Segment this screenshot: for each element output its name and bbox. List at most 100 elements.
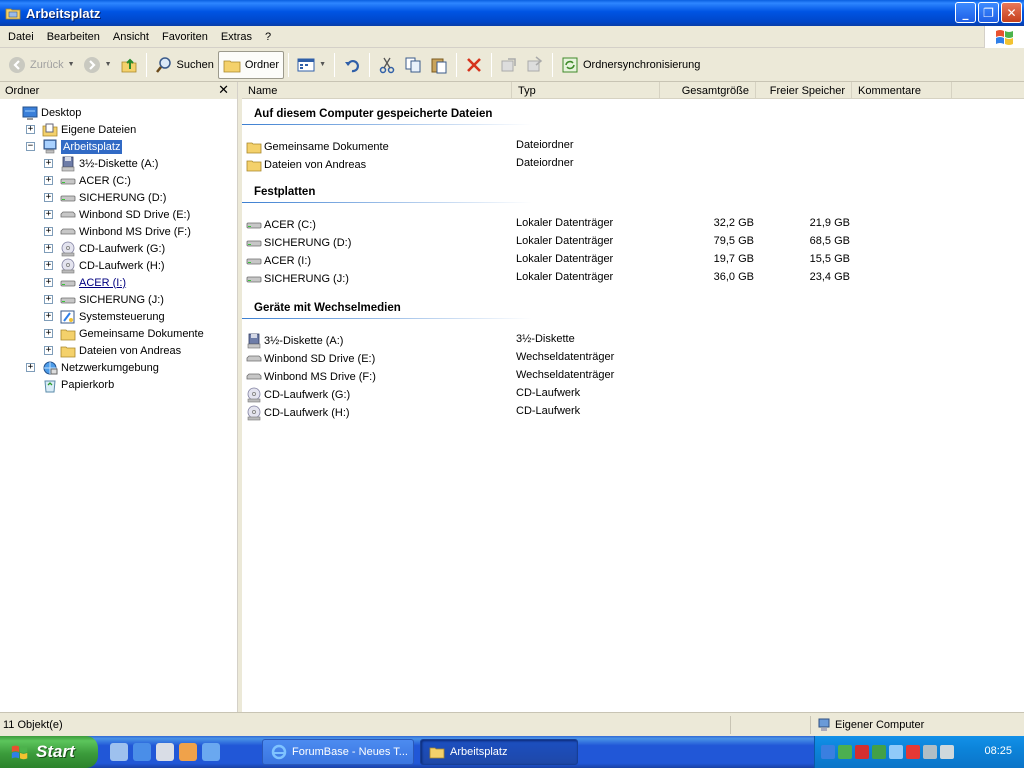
minimize-button[interactable]: _ [955, 2, 976, 23]
list-item[interactable]: Dateien von Andreas Dateiordner [246, 156, 886, 173]
tray-device-icon[interactable] [940, 745, 954, 759]
tree-item[interactable]: + ACER (C:) [44, 172, 131, 189]
recycle-bin-icon [42, 377, 58, 393]
up-button[interactable] [116, 51, 142, 79]
tray-safely-remove-icon[interactable] [872, 745, 886, 759]
list-item[interactable]: Winbond SD Drive (E:) Wechseldatenträger [246, 350, 886, 367]
paste-button[interactable] [426, 51, 452, 79]
menu-ansicht[interactable]: Ansicht [105, 31, 154, 43]
list-item[interactable]: SICHERUNG (J:) Lokaler Datenträger 36,0 GB… [246, 270, 886, 287]
title-bar[interactable]: Arbeitsplatz _ ❐ ✕ [0, 0, 1024, 26]
menu-bearbeiten[interactable]: Bearbeiten [39, 31, 105, 43]
expand-icon[interactable]: + [44, 278, 53, 287]
media-player-icon[interactable] [156, 743, 174, 761]
show-desktop-icon[interactable] [110, 743, 128, 761]
close-icon[interactable]: ✕ [218, 83, 229, 98]
ie-quick-launch-icon[interactable] [202, 743, 220, 761]
cd-drive-icon [60, 258, 76, 274]
tree-item[interactable]: + CD-Laufwerk (G:) [44, 240, 165, 257]
expand-icon[interactable]: + [44, 312, 53, 321]
undo-button[interactable] [339, 51, 365, 79]
tree-item[interactable]: Desktop [22, 104, 81, 121]
menu-extras[interactable]: Extras [213, 31, 257, 43]
removable-drive-icon [246, 355, 262, 362]
tree-item[interactable]: + Systemsteuerung [44, 308, 165, 325]
expand-icon[interactable]: + [26, 125, 35, 134]
tray-network-icon[interactable] [838, 745, 852, 759]
outlook-express-icon[interactable] [179, 743, 197, 761]
chevron-down-icon[interactable]: ▼ [68, 61, 75, 68]
move-to-button[interactable] [496, 51, 522, 79]
tree-item[interactable]: + SICHERUNG (J:) [44, 291, 164, 308]
expand-icon[interactable]: + [44, 329, 53, 338]
taskbar-clock[interactable]: 08:25 [984, 745, 1012, 757]
taskbar-item-arbeitsplatz[interactable]: Arbeitsplatz [420, 739, 578, 765]
list-item[interactable]: SICHERUNG (D:) Lokaler Datenträger 79,5 GB… [246, 234, 886, 251]
menu-datei[interactable]: Datei [0, 31, 39, 43]
expand-icon[interactable]: + [26, 363, 35, 372]
chevron-down-icon[interactable]: ▼ [105, 61, 112, 68]
forward-button[interactable]: ▼ [79, 51, 116, 79]
maximize-button[interactable]: ❐ [978, 2, 999, 23]
close-button[interactable]: ✕ [1001, 2, 1022, 23]
tray-volume-icon[interactable] [923, 745, 937, 759]
hard-drive-icon [60, 178, 76, 184]
tray-ati-icon[interactable] [906, 745, 920, 759]
list-item[interactable]: CD-Laufwerk (H:) CD-Laufwerk [246, 404, 886, 421]
tree-item[interactable]: Papierkorb [42, 376, 114, 393]
tray-connection-icon[interactable] [889, 745, 903, 759]
menu-favoriten[interactable]: Favoriten [154, 31, 213, 43]
tree-item[interactable]: +3½-Diskette (A:) [44, 155, 158, 172]
cut-button[interactable] [374, 51, 400, 79]
list-item[interactable]: Winbond MS Drive (F:) Wechseldatenträger [246, 368, 886, 385]
list-item[interactable]: 3½-Diskette (A:) 3½-Diskette [246, 332, 886, 349]
expand-icon[interactable]: + [44, 261, 53, 270]
expand-icon[interactable]: + [44, 159, 53, 168]
copy-to-button[interactable] [522, 51, 548, 79]
views-button[interactable]: ▼ [293, 51, 330, 79]
column-header-total-size[interactable]: Gesamtgröße [660, 82, 756, 99]
copy-button[interactable] [400, 51, 426, 79]
tree-item[interactable]: − Arbeitsplatz [26, 138, 123, 155]
column-header-free-space[interactable]: Freier Speicher [756, 82, 852, 99]
collapse-icon[interactable]: − [26, 142, 35, 151]
expand-icon[interactable]: + [44, 244, 53, 253]
my-documents-icon [42, 123, 58, 136]
column-header-comments[interactable]: Kommentare [852, 82, 952, 99]
folders-button[interactable]: Ordner [217, 50, 285, 79]
tree-item[interactable]: + Netzwerkumgebung [26, 359, 159, 376]
tree-item[interactable]: + Winbond SD Drive (E:) [44, 206, 190, 223]
tree-item[interactable]: + Gemeinsame Dokumente [44, 325, 204, 342]
internet-explorer-icon[interactable] [133, 743, 151, 761]
expand-icon[interactable]: + [44, 210, 53, 219]
expand-icon[interactable]: + [44, 176, 53, 185]
list-item[interactable]: Gemeinsame Dokumente Dateiordner [246, 138, 886, 155]
search-button[interactable]: Suchen [151, 51, 218, 79]
delete-button[interactable] [461, 51, 487, 79]
tree-item[interactable]: + Winbond MS Drive (F:) [44, 223, 191, 240]
tree-item[interactable]: + SICHERUNG (D:) [44, 189, 166, 206]
list-item[interactable]: CD-Laufwerk (G:) CD-Laufwerk [246, 386, 886, 403]
menu-help[interactable]: ? [257, 31, 276, 43]
back-button[interactable]: Zurück ▼ [4, 51, 79, 79]
folder-sync-button[interactable]: Ordnersynchronisierung [557, 51, 704, 79]
item-type: Lokaler Datenträger [516, 217, 614, 229]
tree-item[interactable]: + CD-Laufwerk (H:) [44, 257, 165, 274]
column-header-type[interactable]: Typ [512, 82, 660, 99]
tray-acrobat-icon[interactable] [855, 745, 869, 759]
tray-show-hidden-icon[interactable] [821, 745, 835, 759]
tree-item[interactable]: + Eigene Dateien [26, 121, 136, 138]
expand-icon[interactable]: + [44, 227, 53, 236]
list-item[interactable]: ACER (I:) Lokaler Datenträger 19,7 GB 15,5 … [246, 252, 886, 269]
expand-icon[interactable]: + [44, 295, 53, 304]
list-item[interactable]: ACER (C:) Lokaler Datenträger 32,2 GB 21,9 … [246, 216, 886, 233]
tree-item[interactable]: + Dateien von Andreas [44, 342, 181, 359]
expand-icon[interactable]: + [44, 346, 53, 355]
removable-drive-icon [60, 228, 76, 234]
column-header-name[interactable]: Name [242, 82, 512, 99]
expand-icon[interactable]: + [44, 193, 53, 202]
chevron-down-icon[interactable]: ▼ [319, 61, 326, 68]
taskbar-item-forumbase[interactable]: ForumBase - Neues T... [262, 739, 414, 765]
tree-item[interactable]: + ACER (I:) [44, 274, 126, 291]
start-button[interactable]: Start [0, 736, 98, 768]
